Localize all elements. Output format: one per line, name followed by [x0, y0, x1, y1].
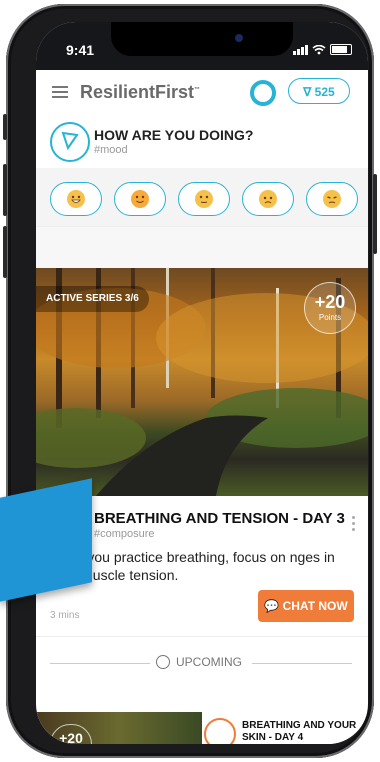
smiling-face-button[interactable] — [114, 182, 166, 216]
points-value: 525 — [314, 85, 335, 99]
progress-ring-icon[interactable] — [250, 80, 276, 106]
divider-line-right — [252, 663, 352, 664]
mood-title: HOW ARE YOU DOING? — [94, 127, 254, 143]
more-options-icon[interactable] — [352, 516, 356, 534]
notch — [111, 22, 293, 56]
frustrated-face-button[interactable] — [306, 182, 358, 216]
clock-icon — [156, 655, 170, 669]
points-reward-badge: +20 Points — [304, 282, 356, 334]
activity-title: BREATHING AND TENSION - DAY 3 — [94, 510, 345, 527]
hamburger-menu-icon[interactable] — [52, 86, 68, 98]
activity-tag: #composure — [94, 528, 155, 540]
power-button — [373, 174, 377, 254]
camera-icon — [235, 34, 243, 42]
mute-switch — [3, 114, 7, 140]
mood-tag: #mood — [94, 144, 128, 156]
app-header: ResilientFirst™ ∇ 525 — [36, 70, 368, 115]
upcoming-label: UPCOMING — [176, 655, 242, 669]
active-series-badge: ACTIVE SERIES 3/6 — [36, 286, 149, 312]
signal-icon — [293, 44, 308, 55]
activity-description: ay as you practice breathing, focus on n… — [50, 549, 335, 583]
worried-face-button[interactable] — [242, 182, 294, 216]
chat-bubble-icon: 💬 — [264, 599, 280, 613]
trademark: ™ — [194, 87, 201, 93]
reward-value: +20 — [314, 292, 346, 312]
series-hero-image[interactable]: ACTIVE SERIES 3/6 +20 Points — [36, 268, 368, 496]
status-bar: 9:41 — [36, 22, 368, 70]
app-screen: 9:41 ResilientFirst™ ∇ 525 HOW ARE YOU D… — [36, 22, 368, 744]
mood-options — [50, 182, 358, 216]
status-icons — [293, 44, 352, 55]
neutral-face-button[interactable] — [178, 182, 230, 216]
wifi-icon — [312, 44, 326, 54]
mood-header: HOW ARE YOU DOING? #mood — [36, 114, 368, 168]
activity-duration: 3 mins — [50, 610, 80, 621]
clock-time: 9:41 — [66, 42, 95, 58]
frustrated-face-icon — [323, 190, 341, 208]
chat-now-label: CHAT NOW — [282, 599, 348, 613]
battery-icon — [330, 44, 352, 55]
upcoming-label-group: UPCOMING — [156, 655, 242, 669]
reward-label: Points — [318, 313, 342, 322]
points-shield-icon: ∇ — [303, 85, 312, 99]
upcoming-divider: UPCOMING — [36, 636, 368, 687]
brand-logo: ResilientFirst™ — [80, 82, 200, 103]
divider-line-left — [50, 663, 150, 664]
chat-now-button[interactable]: 💬 CHAT NOW — [258, 590, 354, 622]
volume-down-button — [3, 226, 7, 278]
points-button[interactable]: ∇ 525 — [288, 78, 350, 104]
mood-badge-icon — [50, 122, 90, 162]
grinning-face-icon — [67, 190, 85, 208]
upcoming-meditation-icon — [204, 718, 236, 744]
section-divider — [36, 226, 368, 269]
volume-up-button — [3, 164, 7, 216]
mood-section: HOW ARE YOU DOING? #mood — [36, 114, 368, 226]
neutral-face-icon — [195, 190, 213, 208]
phone-frame: 9:41 ResilientFirst™ ∇ 525 HOW ARE YOU D… — [3, 4, 377, 758]
blue-ribbon-overlay — [0, 478, 92, 602]
upcoming-card[interactable]: +20 BREATHING AND YOUR SKIN - DAY 4 — [36, 712, 368, 744]
upcoming-title: BREATHING AND YOUR SKIN - DAY 4 — [242, 720, 357, 743]
worried-face-icon — [259, 190, 277, 208]
smiling-face-icon — [131, 190, 149, 208]
grinning-face-button[interactable] — [50, 182, 102, 216]
brand-name: ResilientFirst — [80, 82, 195, 102]
